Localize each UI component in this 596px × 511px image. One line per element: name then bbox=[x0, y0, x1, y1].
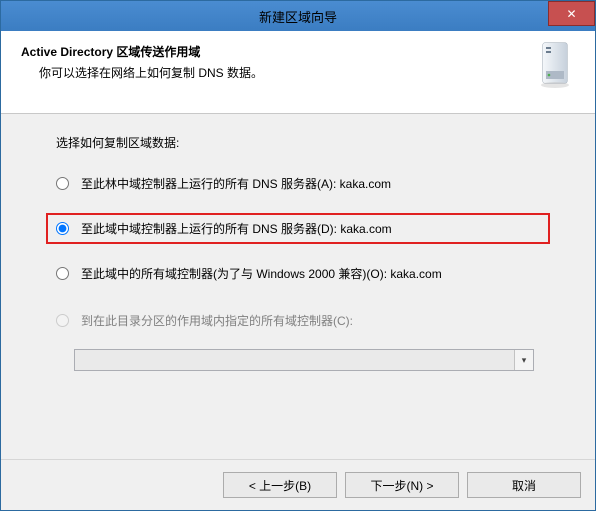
radio-forest-dns[interactable] bbox=[56, 177, 69, 190]
wizard-body: 选择如何复制区域数据: 至此林中域控制器上运行的所有 DNS 服务器(A): k… bbox=[1, 114, 595, 459]
titlebar: 新建区域向导 ✕ bbox=[1, 1, 595, 31]
radio-all-dcs[interactable] bbox=[56, 267, 69, 280]
option-label: 至此林中域控制器上运行的所有 DNS 服务器(A): kaka.com bbox=[81, 175, 391, 192]
next-button[interactable]: 下一步(N) > bbox=[345, 472, 459, 498]
replication-prompt: 选择如何复制区域数据: bbox=[56, 134, 540, 151]
option-forest-dns[interactable]: 至此林中域控制器上运行的所有 DNS 服务器(A): kaka.com bbox=[56, 173, 540, 194]
close-button[interactable]: ✕ bbox=[548, 1, 595, 26]
replication-options: 至此林中域控制器上运行的所有 DNS 服务器(A): kaka.com 至此域中… bbox=[56, 173, 540, 331]
radio-partition bbox=[56, 314, 69, 327]
chevron-down-icon: ▾ bbox=[514, 350, 533, 370]
wizard-footer: < 上一步(B) 下一步(N) > 取消 bbox=[1, 459, 595, 510]
wizard-header: Active Directory 区域传送作用域 你可以选择在网络上如何复制 D… bbox=[1, 31, 595, 114]
option-label: 至此域中域控制器上运行的所有 DNS 服务器(D): kaka.com bbox=[81, 220, 392, 237]
partition-combo-row: ▾ bbox=[74, 349, 540, 371]
header-title: Active Directory 区域传送作用域 bbox=[21, 43, 515, 60]
close-icon: ✕ bbox=[566, 7, 576, 21]
wizard-window: 新建区域向导 ✕ Active Directory 区域传送作用域 你可以选择在… bbox=[0, 0, 596, 511]
partition-combo: ▾ bbox=[74, 349, 534, 371]
option-domain-dns[interactable]: 至此域中域控制器上运行的所有 DNS 服务器(D): kaka.com bbox=[46, 213, 550, 244]
option-label: 至此域中的所有域控制器(为了与 Windows 2000 兼容)(O): kak… bbox=[81, 265, 442, 282]
radio-domain-dns[interactable] bbox=[56, 222, 69, 235]
header-subtitle: 你可以选择在网络上如何复制 DNS 数据。 bbox=[39, 64, 515, 81]
cancel-button[interactable]: 取消 bbox=[467, 472, 581, 498]
back-button[interactable]: < 上一步(B) bbox=[223, 472, 337, 498]
window-title: 新建区域向导 bbox=[1, 7, 595, 26]
server-icon bbox=[535, 41, 575, 89]
option-partition: 到在此目录分区的作用域内指定的所有域控制器(C): bbox=[56, 310, 540, 331]
option-label: 到在此目录分区的作用域内指定的所有域控制器(C): bbox=[81, 312, 353, 329]
option-all-dcs[interactable]: 至此域中的所有域控制器(为了与 Windows 2000 兼容)(O): kak… bbox=[56, 263, 540, 284]
